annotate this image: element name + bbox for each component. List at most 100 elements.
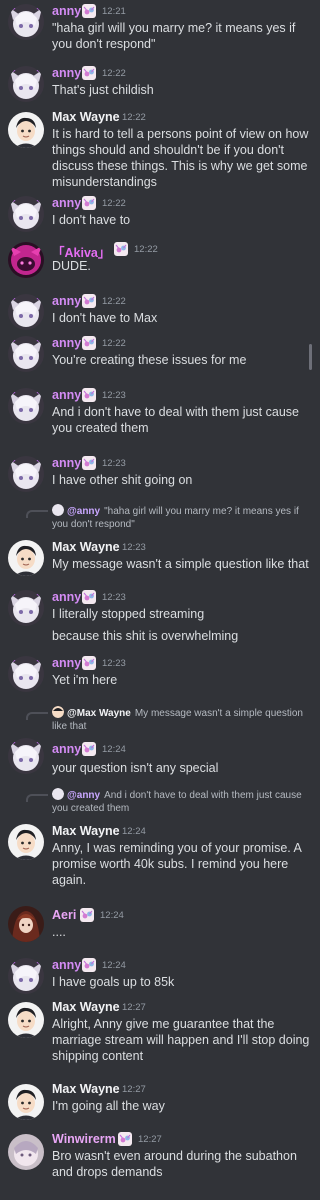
avatar[interactable] bbox=[8, 456, 44, 492]
timestamp: 12:22 bbox=[134, 244, 158, 255]
author-name[interactable]: Aeri bbox=[52, 908, 76, 922]
timestamp: 12:23 bbox=[102, 390, 126, 401]
timestamp: 12:27 bbox=[122, 1084, 146, 1095]
timestamp: 12:24 bbox=[100, 910, 124, 921]
role-badge-icon bbox=[82, 196, 96, 210]
timestamp: 12:22 bbox=[102, 198, 126, 209]
timestamp: 12:23 bbox=[102, 658, 126, 669]
author-name[interactable]: anny bbox=[52, 388, 81, 402]
message-text: That's just childish bbox=[52, 83, 154, 97]
reply-avatar bbox=[52, 788, 64, 800]
avatar[interactable] bbox=[8, 1084, 44, 1120]
avatar[interactable] bbox=[8, 388, 44, 424]
timestamp: 12:27 bbox=[122, 1002, 146, 1013]
author-name[interactable]: Winwirerm bbox=[52, 1132, 116, 1146]
author-name[interactable]: anny bbox=[52, 66, 81, 80]
avatar[interactable] bbox=[8, 656, 44, 692]
reply-author[interactable]: @anny bbox=[67, 506, 100, 517]
author-name[interactable]: anny bbox=[52, 958, 81, 972]
avatar[interactable] bbox=[8, 242, 44, 278]
avatar[interactable] bbox=[8, 4, 44, 40]
avatar[interactable] bbox=[8, 294, 44, 330]
author-name[interactable]: anny bbox=[52, 456, 81, 470]
message-text: I'm going all the way bbox=[52, 1099, 165, 1113]
timestamp: 12:27 bbox=[138, 1134, 162, 1145]
reply-preview[interactable]: @Max Wayne My message wasn't a simple que… bbox=[52, 706, 310, 733]
reply-avatar bbox=[52, 504, 64, 516]
reply-preview[interactable]: @anny "haha girl will you marry me? it me… bbox=[52, 504, 310, 531]
avatar[interactable] bbox=[8, 738, 44, 774]
message-text: I don't have to bbox=[52, 213, 131, 227]
reply-avatar bbox=[52, 706, 64, 718]
message-text: .... bbox=[52, 925, 66, 939]
message-text: because this shit is overwhelming bbox=[52, 629, 239, 643]
reply-connector bbox=[26, 510, 48, 518]
avatar[interactable] bbox=[8, 824, 44, 860]
author-name[interactable]: anny bbox=[52, 294, 81, 308]
author-name[interactable]: Max Wayne bbox=[52, 110, 120, 124]
avatar[interactable] bbox=[8, 1002, 44, 1038]
author-name[interactable]: Max Wayne bbox=[52, 1000, 120, 1014]
role-badge-icon bbox=[82, 456, 96, 470]
message-text: Anny, I was reminding you of your promis… bbox=[52, 841, 302, 887]
role-badge-icon bbox=[82, 388, 96, 402]
author-name[interactable]: Max Wayne bbox=[52, 824, 120, 838]
role-badge-icon bbox=[82, 336, 96, 350]
avatar[interactable] bbox=[8, 906, 44, 942]
message-text: I have goals up to 85k bbox=[52, 975, 175, 989]
author-name[interactable]: anny bbox=[52, 590, 81, 604]
message-text: It is hard to tell a persons point of vi… bbox=[52, 127, 309, 189]
message-text: And i don't have to deal with them just … bbox=[52, 405, 299, 435]
role-badge-icon bbox=[118, 1132, 132, 1146]
message-text: DUDE. bbox=[52, 259, 91, 273]
timestamp: 12:24 bbox=[102, 744, 126, 755]
avatar[interactable] bbox=[8, 112, 44, 148]
reply-author[interactable]: @anny bbox=[67, 790, 100, 801]
author-name[interactable]: anny bbox=[52, 656, 81, 670]
role-badge-icon bbox=[82, 66, 96, 80]
role-badge-icon bbox=[82, 958, 96, 972]
timestamp: 12:24 bbox=[122, 826, 146, 837]
timestamp: 12:21 bbox=[102, 6, 126, 17]
timestamp: 12:22 bbox=[122, 112, 146, 123]
role-badge-icon bbox=[82, 590, 96, 604]
message-text: You're creating these issues for me bbox=[52, 353, 247, 367]
avatar[interactable] bbox=[8, 958, 44, 994]
message-text: I don't have to Max bbox=[52, 311, 158, 325]
timestamp: 12:23 bbox=[102, 458, 126, 469]
timestamp: 12:22 bbox=[102, 338, 126, 349]
message-text: Alright, Anny give me guarantee that the… bbox=[52, 1017, 310, 1063]
author-name[interactable]: anny bbox=[52, 196, 81, 210]
role-badge-icon bbox=[82, 294, 96, 308]
role-badge-icon bbox=[80, 908, 94, 922]
author-name[interactable]: anny bbox=[52, 336, 81, 350]
author-name[interactable]: anny bbox=[52, 742, 81, 756]
avatar[interactable] bbox=[8, 196, 44, 232]
role-badge-icon bbox=[82, 742, 96, 756]
avatar[interactable] bbox=[8, 540, 44, 576]
message-text: Bro wasn't even around during the subath… bbox=[52, 1149, 297, 1179]
reply-author[interactable]: @Max Wayne bbox=[67, 708, 131, 719]
timestamp: 12:23 bbox=[102, 592, 126, 603]
reply-connector bbox=[26, 794, 48, 802]
timestamp: 12:22 bbox=[102, 68, 126, 79]
author-name[interactable]: Max Wayne bbox=[52, 1082, 120, 1096]
message-text: I have other shit going on bbox=[52, 473, 193, 487]
author-name[interactable]: anny bbox=[52, 4, 81, 18]
scrollbar-thumb[interactable] bbox=[309, 344, 312, 370]
timestamp: 12:24 bbox=[102, 960, 126, 971]
role-badge-icon bbox=[82, 4, 96, 18]
message-text: your question isn't any special bbox=[52, 761, 219, 775]
message-text: "haha girl will you marry me? it means y… bbox=[52, 21, 296, 51]
chat-message-list: anny 12:21 "haha girl will you marry me?… bbox=[0, 0, 316, 1200]
role-badge-icon bbox=[114, 242, 128, 256]
reply-preview[interactable]: @anny And i don't have to deal with them … bbox=[52, 788, 310, 815]
message-text: My message wasn't a simple question like… bbox=[52, 557, 309, 571]
timestamp: 12:22 bbox=[102, 296, 126, 307]
avatar[interactable] bbox=[8, 66, 44, 102]
avatar[interactable] bbox=[8, 336, 44, 372]
avatar[interactable] bbox=[8, 590, 44, 626]
author-name[interactable]: Max Wayne bbox=[52, 540, 120, 554]
reply-connector bbox=[26, 712, 48, 720]
avatar[interactable] bbox=[8, 1134, 44, 1170]
